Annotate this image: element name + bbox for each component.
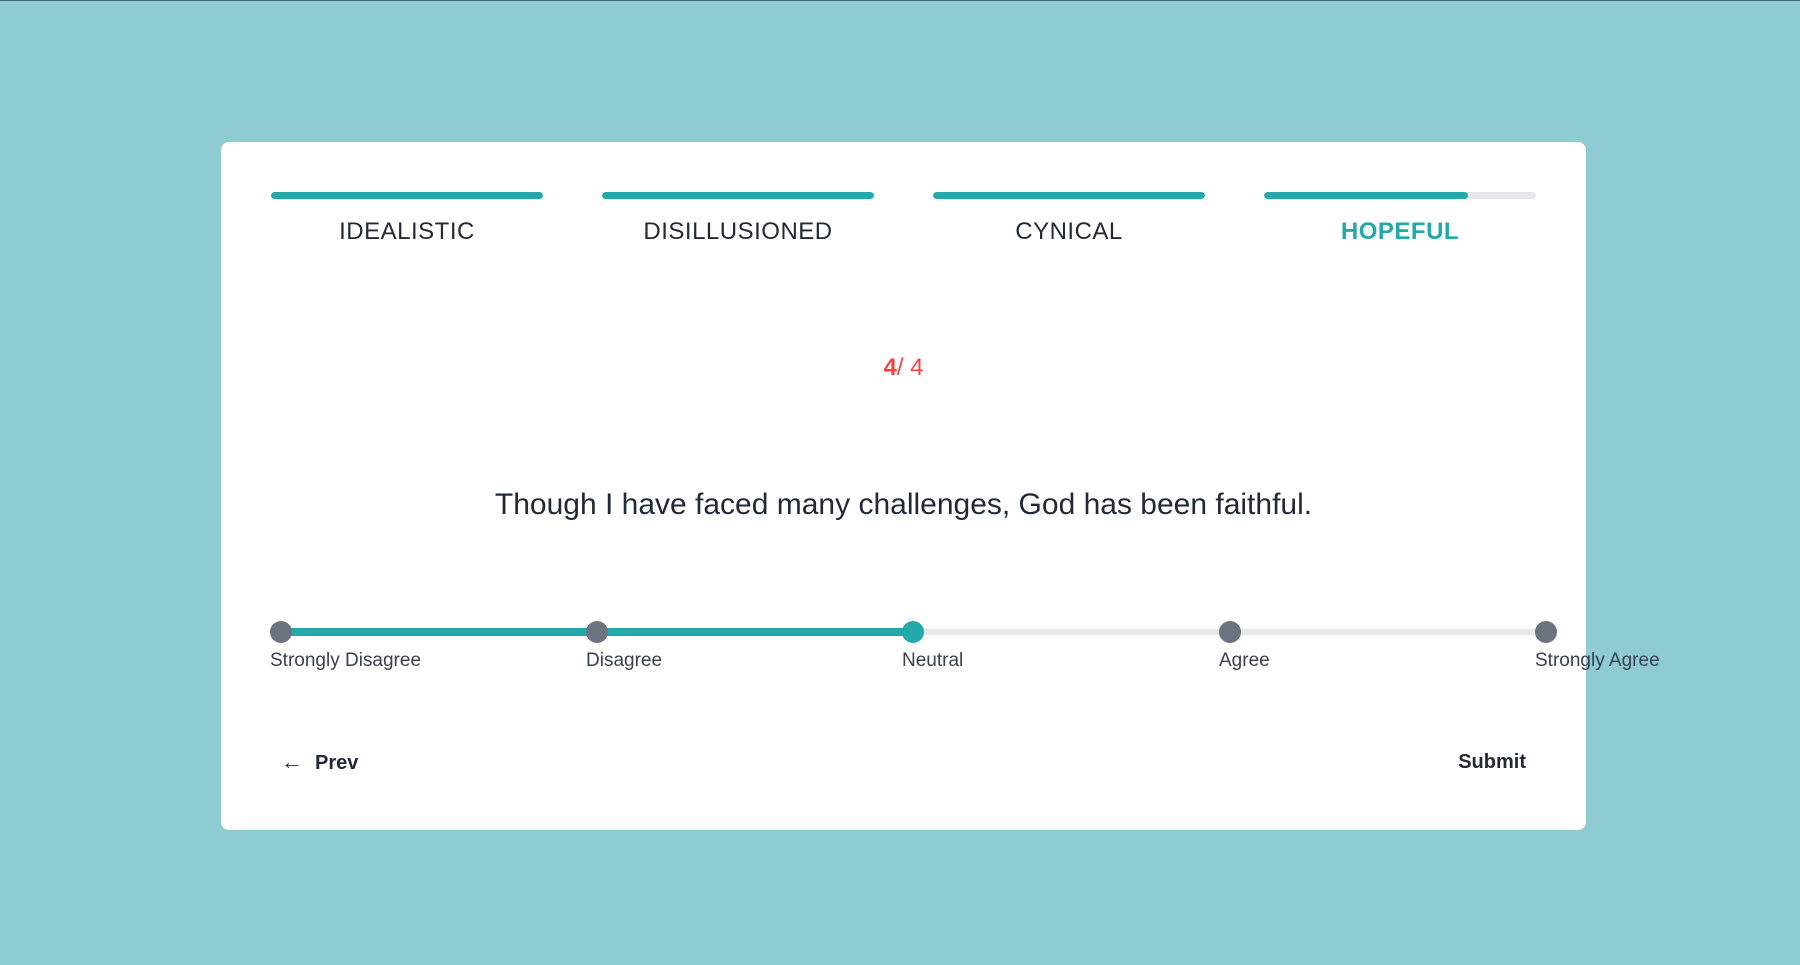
question-counter-total: / 4 <box>896 354 924 381</box>
step-progress-fill <box>1264 192 1468 199</box>
step-progress-track <box>1264 192 1536 199</box>
step-idealistic: IDEALISTIC <box>271 192 543 262</box>
question-counter: 4/ 4 <box>221 354 1586 382</box>
step-hopeful: HOPEFUL <box>1264 192 1536 262</box>
section-progress-steps: IDEALISTIC DISILLUSIONED CYNICAL HOPEFUL <box>271 192 1536 262</box>
step-label: DISILLUSIONED <box>643 218 833 245</box>
step-progress-fill <box>602 192 874 199</box>
prev-button[interactable]: ← Prev <box>271 742 368 782</box>
navigation-bar: ← Prev Submit <box>271 742 1536 782</box>
step-progress-fill <box>271 192 543 199</box>
likert-scale: Strongly Disagree Disagree Neutral Agree… <box>270 621 1660 682</box>
submit-button[interactable]: Submit <box>1448 742 1536 782</box>
step-label: HOPEFUL <box>1340 218 1460 245</box>
scale-option-label[interactable]: Strongly Disagree <box>270 650 421 672</box>
step-label: CYNICAL <box>1015 218 1123 245</box>
scale-option-dot[interactable] <box>1535 621 1557 643</box>
step-label: IDEALISTIC <box>339 218 475 245</box>
scale-option-label[interactable]: Disagree <box>586 650 662 672</box>
question-counter-current: 4 <box>883 354 897 381</box>
prev-button-label: Prev <box>315 752 359 774</box>
scale-option-label[interactable]: Agree <box>1219 650 1270 672</box>
scale-option-label[interactable]: Strongly Agree <box>1535 650 1660 672</box>
step-progress-track <box>602 192 874 199</box>
step-progress-track <box>271 192 543 199</box>
step-progress-fill <box>933 192 1205 199</box>
scale-option-label[interactable]: Neutral <box>902 650 963 672</box>
scale-option-dot[interactable] <box>586 621 608 643</box>
scale-option-dot[interactable] <box>902 621 924 643</box>
step-cynical: CYNICAL <box>933 192 1205 262</box>
scale-option-dot[interactable] <box>270 621 292 643</box>
step-disillusioned: DISILLUSIONED <box>602 192 874 262</box>
arrow-left-icon: ← <box>281 749 303 774</box>
survey-card: IDEALISTIC DISILLUSIONED CYNICAL HOPEFUL… <box>221 142 1660 830</box>
step-progress-track <box>933 192 1205 199</box>
question-text: Though I have faced many challenges, God… <box>494 488 1313 521</box>
scale-option-dot[interactable] <box>1219 621 1241 643</box>
